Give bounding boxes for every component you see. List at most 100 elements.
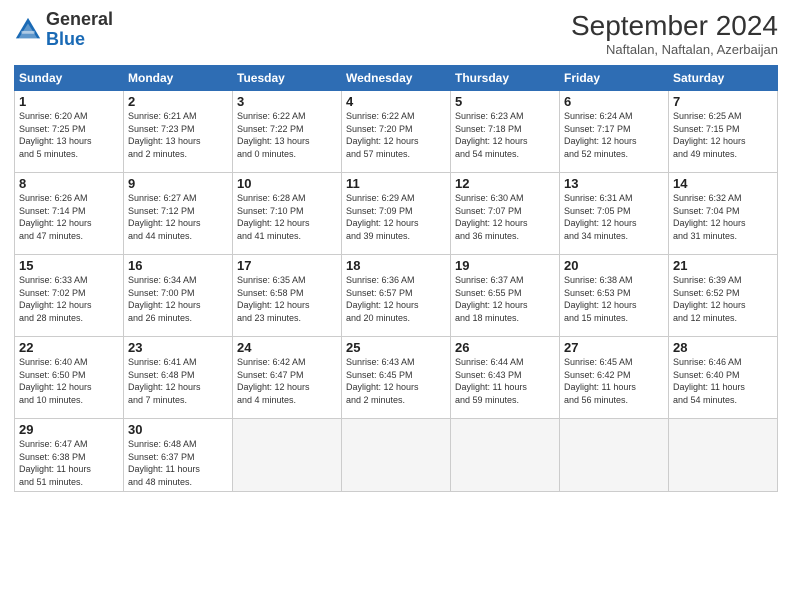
table-row: 21Sunrise: 6:39 AM Sunset: 6:52 PM Dayli… (669, 255, 778, 337)
cell-info: Sunrise: 6:41 AM Sunset: 6:48 PM Dayligh… (128, 356, 228, 406)
col-wednesday: Wednesday (342, 66, 451, 91)
day-number: 26 (455, 340, 555, 355)
cell-info: Sunrise: 6:21 AM Sunset: 7:23 PM Dayligh… (128, 110, 228, 160)
header: General Blue September 2024 Naftalan, Na… (14, 10, 778, 57)
cell-info: Sunrise: 6:29 AM Sunset: 7:09 PM Dayligh… (346, 192, 446, 242)
table-row: 23Sunrise: 6:41 AM Sunset: 6:48 PM Dayli… (124, 337, 233, 419)
col-friday: Friday (560, 66, 669, 91)
table-row: 20Sunrise: 6:38 AM Sunset: 6:53 PM Dayli… (560, 255, 669, 337)
logo-general: General (46, 9, 113, 29)
col-tuesday: Tuesday (233, 66, 342, 91)
cell-info: Sunrise: 6:25 AM Sunset: 7:15 PM Dayligh… (673, 110, 773, 160)
day-number: 3 (237, 94, 337, 109)
table-row: 7Sunrise: 6:25 AM Sunset: 7:15 PM Daylig… (669, 91, 778, 173)
day-number: 28 (673, 340, 773, 355)
cell-info: Sunrise: 6:40 AM Sunset: 6:50 PM Dayligh… (19, 356, 119, 406)
table-row: 14Sunrise: 6:32 AM Sunset: 7:04 PM Dayli… (669, 173, 778, 255)
table-row: 29Sunrise: 6:47 AM Sunset: 6:38 PM Dayli… (15, 419, 124, 492)
cell-info: Sunrise: 6:31 AM Sunset: 7:05 PM Dayligh… (564, 192, 664, 242)
table-row: 27Sunrise: 6:45 AM Sunset: 6:42 PM Dayli… (560, 337, 669, 419)
title-block: September 2024 Naftalan, Naftalan, Azerb… (571, 10, 778, 57)
day-number: 15 (19, 258, 119, 273)
day-number: 25 (346, 340, 446, 355)
table-row (233, 419, 342, 492)
cell-info: Sunrise: 6:33 AM Sunset: 7:02 PM Dayligh… (19, 274, 119, 324)
day-number: 1 (19, 94, 119, 109)
day-number: 13 (564, 176, 664, 191)
day-number: 20 (564, 258, 664, 273)
cell-info: Sunrise: 6:26 AM Sunset: 7:14 PM Dayligh… (19, 192, 119, 242)
table-row: 10Sunrise: 6:28 AM Sunset: 7:10 PM Dayli… (233, 173, 342, 255)
table-row: 4Sunrise: 6:22 AM Sunset: 7:20 PM Daylig… (342, 91, 451, 173)
table-row: 30Sunrise: 6:48 AM Sunset: 6:37 PM Dayli… (124, 419, 233, 492)
day-number: 11 (346, 176, 446, 191)
table-row: 25Sunrise: 6:43 AM Sunset: 6:45 PM Dayli… (342, 337, 451, 419)
cell-info: Sunrise: 6:44 AM Sunset: 6:43 PM Dayligh… (455, 356, 555, 406)
table-row: 22Sunrise: 6:40 AM Sunset: 6:50 PM Dayli… (15, 337, 124, 419)
month-year: September 2024 (571, 10, 778, 42)
logo-icon (14, 16, 42, 44)
logo: General Blue (14, 10, 113, 50)
day-number: 7 (673, 94, 773, 109)
day-number: 16 (128, 258, 228, 273)
table-row: 3Sunrise: 6:22 AM Sunset: 7:22 PM Daylig… (233, 91, 342, 173)
cell-info: Sunrise: 6:36 AM Sunset: 6:57 PM Dayligh… (346, 274, 446, 324)
table-row (451, 419, 560, 492)
table-row: 24Sunrise: 6:42 AM Sunset: 6:47 PM Dayli… (233, 337, 342, 419)
col-sunday: Sunday (15, 66, 124, 91)
cell-info: Sunrise: 6:22 AM Sunset: 7:20 PM Dayligh… (346, 110, 446, 160)
cell-info: Sunrise: 6:22 AM Sunset: 7:22 PM Dayligh… (237, 110, 337, 160)
table-row: 13Sunrise: 6:31 AM Sunset: 7:05 PM Dayli… (560, 173, 669, 255)
day-number: 8 (19, 176, 119, 191)
cell-info: Sunrise: 6:34 AM Sunset: 7:00 PM Dayligh… (128, 274, 228, 324)
day-number: 24 (237, 340, 337, 355)
cell-info: Sunrise: 6:30 AM Sunset: 7:07 PM Dayligh… (455, 192, 555, 242)
col-monday: Monday (124, 66, 233, 91)
table-row: 19Sunrise: 6:37 AM Sunset: 6:55 PM Dayli… (451, 255, 560, 337)
day-number: 19 (455, 258, 555, 273)
table-row: 17Sunrise: 6:35 AM Sunset: 6:58 PM Dayli… (233, 255, 342, 337)
cell-info: Sunrise: 6:35 AM Sunset: 6:58 PM Dayligh… (237, 274, 337, 324)
cell-info: Sunrise: 6:38 AM Sunset: 6:53 PM Dayligh… (564, 274, 664, 324)
day-number: 9 (128, 176, 228, 191)
day-number: 22 (19, 340, 119, 355)
day-number: 5 (455, 94, 555, 109)
cell-info: Sunrise: 6:39 AM Sunset: 6:52 PM Dayligh… (673, 274, 773, 324)
calendar-header-row: Sunday Monday Tuesday Wednesday Thursday… (15, 66, 778, 91)
page: General Blue September 2024 Naftalan, Na… (0, 0, 792, 612)
cell-info: Sunrise: 6:47 AM Sunset: 6:38 PM Dayligh… (19, 438, 119, 488)
table-row: 12Sunrise: 6:30 AM Sunset: 7:07 PM Dayli… (451, 173, 560, 255)
day-number: 29 (19, 422, 119, 437)
day-number: 12 (455, 176, 555, 191)
table-row: 2Sunrise: 6:21 AM Sunset: 7:23 PM Daylig… (124, 91, 233, 173)
cell-info: Sunrise: 6:46 AM Sunset: 6:40 PM Dayligh… (673, 356, 773, 406)
table-row: 16Sunrise: 6:34 AM Sunset: 7:00 PM Dayli… (124, 255, 233, 337)
cell-info: Sunrise: 6:27 AM Sunset: 7:12 PM Dayligh… (128, 192, 228, 242)
day-number: 30 (128, 422, 228, 437)
table-row: 5Sunrise: 6:23 AM Sunset: 7:18 PM Daylig… (451, 91, 560, 173)
day-number: 18 (346, 258, 446, 273)
cell-info: Sunrise: 6:43 AM Sunset: 6:45 PM Dayligh… (346, 356, 446, 406)
table-row: 8Sunrise: 6:26 AM Sunset: 7:14 PM Daylig… (15, 173, 124, 255)
day-number: 17 (237, 258, 337, 273)
table-row: 6Sunrise: 6:24 AM Sunset: 7:17 PM Daylig… (560, 91, 669, 173)
cell-info: Sunrise: 6:20 AM Sunset: 7:25 PM Dayligh… (19, 110, 119, 160)
day-number: 23 (128, 340, 228, 355)
table-row: 11Sunrise: 6:29 AM Sunset: 7:09 PM Dayli… (342, 173, 451, 255)
table-row: 18Sunrise: 6:36 AM Sunset: 6:57 PM Dayli… (342, 255, 451, 337)
cell-info: Sunrise: 6:24 AM Sunset: 7:17 PM Dayligh… (564, 110, 664, 160)
logo-blue: Blue (46, 29, 85, 49)
cell-info: Sunrise: 6:28 AM Sunset: 7:10 PM Dayligh… (237, 192, 337, 242)
table-row: 28Sunrise: 6:46 AM Sunset: 6:40 PM Dayli… (669, 337, 778, 419)
table-row (342, 419, 451, 492)
col-saturday: Saturday (669, 66, 778, 91)
table-row: 26Sunrise: 6:44 AM Sunset: 6:43 PM Dayli… (451, 337, 560, 419)
day-number: 4 (346, 94, 446, 109)
calendar: Sunday Monday Tuesday Wednesday Thursday… (14, 65, 778, 492)
cell-info: Sunrise: 6:45 AM Sunset: 6:42 PM Dayligh… (564, 356, 664, 406)
cell-info: Sunrise: 6:48 AM Sunset: 6:37 PM Dayligh… (128, 438, 228, 488)
cell-info: Sunrise: 6:42 AM Sunset: 6:47 PM Dayligh… (237, 356, 337, 406)
day-number: 6 (564, 94, 664, 109)
table-row (560, 419, 669, 492)
table-row: 9Sunrise: 6:27 AM Sunset: 7:12 PM Daylig… (124, 173, 233, 255)
